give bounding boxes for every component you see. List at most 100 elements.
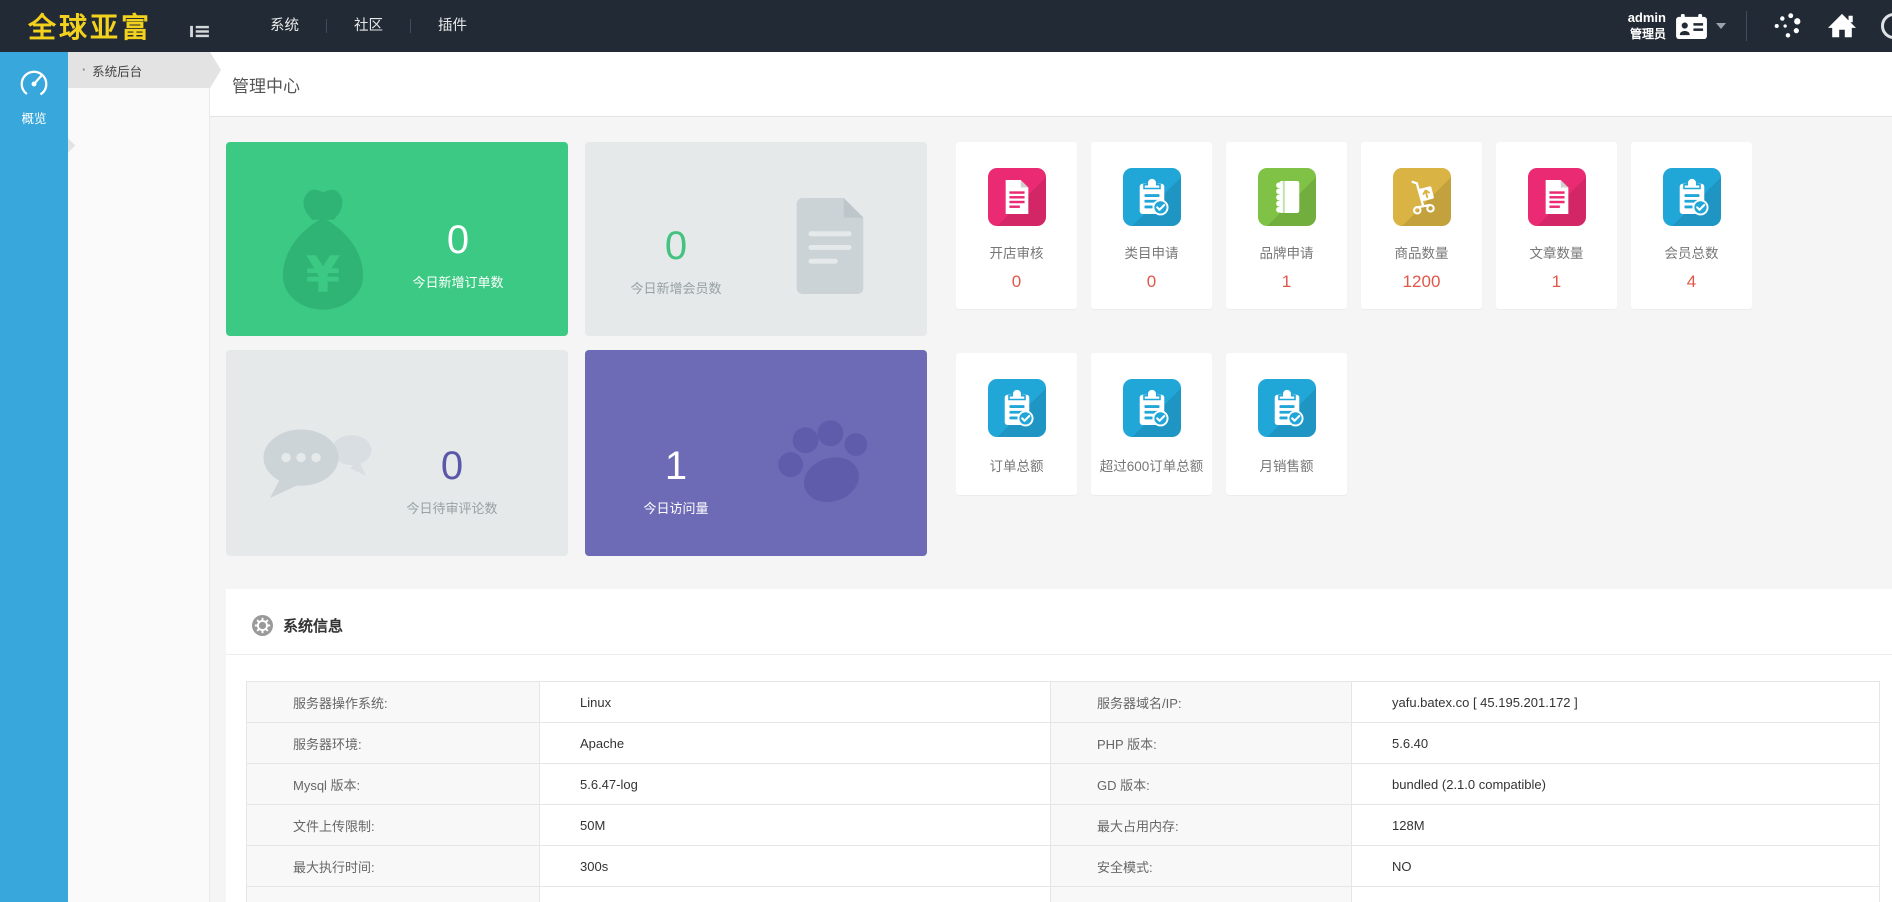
home-button[interactable] xyxy=(1827,12,1857,40)
clipboard-check-icon xyxy=(987,379,1046,437)
info-value: 5.6.40 xyxy=(1392,735,1429,751)
stat-block: 0 今日待审评论数 xyxy=(364,446,540,517)
metric-label: 类目申请 xyxy=(1124,246,1179,261)
info-label: PHP 版本: xyxy=(1050,723,1352,763)
menu-item-plugins[interactable]: 插件 xyxy=(411,0,494,52)
table-row: 最大执行时间: 300s 安全模式: NO xyxy=(246,846,1879,887)
metric-card-product-count[interactable]: 商品数量 1200 xyxy=(1361,142,1482,309)
navbar-right: admin 管理员 xyxy=(1628,0,1892,52)
stat-block: 1 今日访问量 xyxy=(611,446,741,517)
info-label: 文件上传限制: xyxy=(246,805,540,845)
info-value xyxy=(1352,887,1879,902)
stat-label: 今日新增会员数 xyxy=(630,281,722,296)
metric-value: 1200 xyxy=(1402,272,1441,291)
info-value: yafu.batex.co [ 45.195.201.172 ] xyxy=(1392,694,1578,710)
metric-row-2: 订单总额 超过600订单总额 月销售额 xyxy=(956,353,1752,495)
dashboard-content: ¥ 0 今日新增订单数 0 今日新增会员数 0 今日待审评论数 1 今日访问量 … xyxy=(210,118,1892,902)
brand-logo[interactable]: 全球亚富 xyxy=(28,6,152,46)
metric-card-over600-order-total[interactable]: 超过600订单总额 xyxy=(1091,353,1212,495)
metric-label: 商品数量 xyxy=(1394,246,1449,261)
info-value: 50M xyxy=(580,817,606,833)
stat-card-new-orders[interactable]: ¥ 0 今日新增订单数 xyxy=(226,142,568,336)
chevron-down-icon[interactable] xyxy=(1716,23,1726,29)
metric-value: 1 xyxy=(1551,272,1562,291)
metric-card-category-apply[interactable]: 类目申请 0 xyxy=(1091,142,1212,309)
breadcrumb: 系统后台 xyxy=(92,64,143,79)
menu-item-community[interactable]: 社区 xyxy=(327,0,410,52)
stat-label: 今日访问量 xyxy=(643,501,709,516)
menu-item-system[interactable]: 系统 xyxy=(243,0,326,52)
sidebar-item-overview[interactable]: 概览 xyxy=(0,52,68,127)
metric-row-1: 开店审核 0 类目申请 0 品牌申请 1 商品数量 1200 文章数量 1 会员… xyxy=(956,142,1752,309)
document-icon xyxy=(781,192,879,300)
collapse-menu-icon xyxy=(190,25,209,37)
metric-card-order-total[interactable]: 订单总额 xyxy=(956,353,1077,495)
stat-label: 今日待审评论数 xyxy=(406,501,498,516)
main-menu: 系统 社区 插件 xyxy=(243,0,494,52)
id-card-icon xyxy=(1676,13,1707,39)
clipboard-check-icon xyxy=(1122,168,1181,226)
info-value xyxy=(540,887,1050,902)
metric-value: 0 xyxy=(1011,272,1022,291)
secondary-sidebar: · 系统后台 xyxy=(59,52,210,902)
metric-label: 月销售额 xyxy=(1259,459,1314,474)
sidebar-item-system-backend[interactable]: · 系统后台 xyxy=(68,52,221,88)
info-value: Apache xyxy=(580,735,625,751)
navbar-divider xyxy=(1746,11,1747,41)
metric-label: 会员总数 xyxy=(1664,246,1719,261)
handtruck-icon xyxy=(1392,168,1451,226)
admin-dashboard: 全球亚富 系统 社区 插件 admin 管理员 概览 · 系统后台 管理中心 ¥… xyxy=(0,0,1892,902)
gauge-icon xyxy=(20,70,48,98)
primary-sidebar: 概览 xyxy=(0,52,68,902)
info-value: NO xyxy=(1392,858,1412,874)
table-row-partial xyxy=(246,887,1879,902)
sidebar-item-label: 概览 xyxy=(21,112,47,126)
sidebar-collapse-button[interactable] xyxy=(190,24,209,39)
stat-card-pending-comments[interactable]: 0 今日待审评论数 xyxy=(226,350,568,556)
metric-card-monthly-sales[interactable]: 月销售额 xyxy=(1226,353,1347,495)
info-label: 安全模式: xyxy=(1050,846,1352,886)
metric-card-brand-apply[interactable]: 品牌申请 1 xyxy=(1226,142,1347,309)
big-stat-cards: ¥ 0 今日新增订单数 0 今日新增会员数 0 今日待审评论数 1 今日访问量 xyxy=(226,142,927,556)
system-info-table: 服务器操作系统: Linux 服务器域名/IP: yafu.batex.co [… xyxy=(246,681,1880,902)
top-navbar: 全球亚富 系统 社区 插件 admin 管理员 xyxy=(0,0,1892,52)
user-info[interactable]: admin 管理员 xyxy=(1628,10,1666,42)
paw-icon xyxy=(763,398,887,522)
stat-block: 0 今日新增会员数 xyxy=(611,226,741,297)
metric-card-article-count[interactable]: 文章数量 1 xyxy=(1496,142,1617,309)
clipboard-check-icon xyxy=(1122,379,1181,437)
info-label: GD 版本: xyxy=(1050,764,1352,804)
apps-shortcut-button[interactable] xyxy=(1773,12,1801,40)
page-icon xyxy=(987,168,1046,226)
dots-cluster-icon xyxy=(1774,13,1801,38)
metric-label: 开店审核 xyxy=(989,246,1044,261)
svg-text:¥: ¥ xyxy=(306,245,341,303)
stat-card-new-members[interactable]: 0 今日新增会员数 xyxy=(585,142,927,336)
metric-value: 1 xyxy=(1281,272,1292,291)
power-icon[interactable] xyxy=(1881,13,1892,39)
info-value: Linux xyxy=(580,694,612,710)
info-label: Mysql 版本: xyxy=(246,764,540,804)
info-value: bundled (2.1.0 compatible) xyxy=(1392,776,1546,792)
gear-icon xyxy=(252,615,273,636)
home-icon xyxy=(1828,13,1856,38)
stat-value: 0 xyxy=(440,444,464,488)
info-label: 服务器域名/IP: xyxy=(1050,682,1352,722)
main-area: 管理中心 ¥ 0 今日新增订单数 0 今日新增会员数 0 今日待审评论数 1 今… xyxy=(210,52,1892,902)
info-value: 300s xyxy=(580,858,609,874)
metric-label: 订单总额 xyxy=(989,459,1044,474)
metric-value: 0 xyxy=(1146,272,1157,291)
info-label: 服务器操作系统: xyxy=(246,682,540,722)
metric-card-member-total[interactable]: 会员总数 4 xyxy=(1631,142,1752,309)
metric-label: 品牌申请 xyxy=(1259,246,1314,261)
clipboard-check-icon xyxy=(1662,168,1721,226)
profile-card-button[interactable] xyxy=(1675,13,1708,40)
bullet-icon: · xyxy=(82,63,87,77)
table-row: Mysql 版本: 5.6.47-log GD 版本: bundled (2.1… xyxy=(246,764,1879,805)
info-value: 5.6.47-log xyxy=(580,776,638,792)
metric-card-shop-review[interactable]: 开店审核 0 xyxy=(956,142,1077,309)
metric-value: 4 xyxy=(1686,272,1697,291)
page-header: 管理中心 xyxy=(210,52,1892,117)
stat-card-visits-today[interactable]: 1 今日访问量 xyxy=(585,350,927,556)
metric-label: 超过600订单总额 xyxy=(1099,459,1204,474)
